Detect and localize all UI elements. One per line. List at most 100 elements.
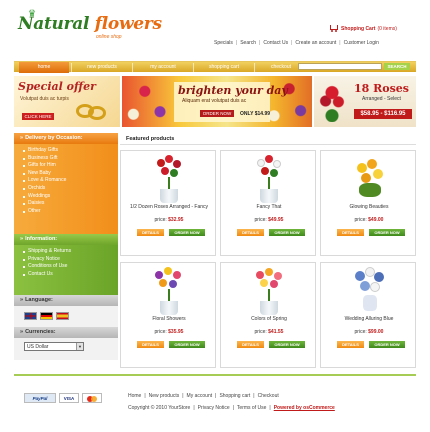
nav-shopping-cart[interactable]: shopping cart [196, 62, 252, 73]
logo-subtitle: online shop [96, 34, 122, 40]
order-now-button[interactable]: ORDER NOW [369, 341, 405, 348]
store-logo[interactable]: ♛ Natural flowers online shop [18, 8, 162, 40]
product-card: Floral Showers price: $35.95 DETAILS ORD… [120, 262, 216, 368]
banner-brighten-subtitle: Aliquam erat volutpat duis ac [182, 98, 247, 104]
banner-brighten-title: brighten your day [178, 84, 288, 97]
sidebar-item-conditions-of-use[interactable]: Conditions of Use [23, 263, 118, 271]
search-input[interactable] [298, 63, 382, 70]
uk-flag-icon[interactable] [24, 312, 37, 320]
shopping-cart-link[interactable]: Shopping Cart (0 items) [328, 25, 397, 33]
rings-image [76, 102, 114, 122]
banner-special-button[interactable]: CLICK HERE [22, 113, 54, 120]
sidebar: » Delivery by Occasion: Birthday Gifts Bu… [14, 133, 118, 360]
footer-link-privacy-notice[interactable]: Privacy Notice [198, 405, 230, 411]
link-specials[interactable]: Specials [214, 40, 233, 46]
product-price: price: $99.00 [354, 329, 384, 335]
link-create-account[interactable]: Create an account [295, 40, 336, 46]
sidebar-item-other[interactable]: Other [23, 208, 118, 216]
product-price: price: $41.55 [254, 329, 284, 335]
footer-links: Home | New products | My account | Shopping… [128, 393, 279, 399]
crown-icon: ♛ [28, 8, 37, 18]
banner-18-roses[interactable]: 18 Roses Arranged - Select $58.95 - $116… [314, 76, 416, 127]
product-card: 1/2 Dozen Roses Arranged - Fancy price: … [120, 150, 216, 256]
product-price: price: $49.95 [254, 217, 284, 223]
sidebar-item-privacy-notice[interactable]: Privacy Notice [23, 256, 118, 264]
sidebar-item-love-romance[interactable]: Love & Romance [23, 177, 118, 185]
product-name[interactable]: Fancy That [221, 204, 317, 210]
footer-link-terms-of-use[interactable]: Terms of Use [237, 405, 266, 411]
site-header: ♛ Natural flowers online shop Shopping C… [0, 0, 430, 58]
order-now-button[interactable]: ORDER NOW [269, 229, 305, 236]
delivery-heading: » Delivery by Occasion: [14, 133, 118, 144]
banner-roses-subtitle: Arranged - Select [362, 96, 401, 102]
link-customer-login[interactable]: Customer Login [344, 40, 379, 46]
nav-my-account[interactable]: my account [135, 62, 191, 73]
chevron-down-icon: ▼ [76, 343, 83, 350]
copyright-row: Copyright © 2010 YourStore | Privacy Noti… [128, 405, 335, 411]
sidebar-item-orchids[interactable]: Orchids [23, 185, 118, 193]
german-flag-icon[interactable] [40, 312, 53, 320]
sidebar-item-gifts-for-him[interactable]: Gifts for Him [23, 162, 118, 170]
information-heading: » Information: [14, 234, 118, 245]
product-image[interactable] [151, 155, 187, 203]
product-image[interactable] [251, 267, 287, 315]
cart-icon [328, 25, 339, 33]
details-button[interactable]: DETAILS [237, 229, 264, 236]
banner-roses-price: $58.95 - $116.95 [354, 109, 412, 119]
roses-bouquet-image [316, 80, 348, 122]
details-button[interactable]: DETAILS [337, 341, 364, 348]
cart-label: Shopping Cart [341, 26, 376, 32]
sidebar-item-birthday-gifts[interactable]: Birthday Gifts [23, 147, 118, 155]
visa-logo: VISA [59, 393, 79, 403]
banner-special-offer[interactable]: Special offer Volutpat duis ac turpis CL… [14, 76, 120, 127]
footer-link-my-account[interactable]: My account [187, 393, 213, 399]
product-name[interactable]: 1/2 Dozen Roses Arranged - Fancy [121, 204, 217, 210]
details-button[interactable]: DETAILS [137, 341, 164, 348]
product-card: Colors of Spring price: $41.55 DETAILS O… [220, 262, 316, 368]
footer-link-checkout[interactable]: Checkout [258, 393, 279, 399]
order-now-button[interactable]: ORDER NOW [169, 229, 205, 236]
banner-special-title: Special offer [18, 80, 96, 93]
currency-value: US Dollar [27, 344, 49, 350]
product-name[interactable]: Glowing Beauties [321, 204, 417, 210]
sidebar-item-weddings[interactable]: Weddings [23, 193, 118, 201]
sidebar-item-shipping-returns[interactable]: Shipping & Returns [23, 248, 118, 256]
nav-home[interactable]: home [19, 62, 69, 73]
banner-brighten-order-button[interactable]: ORDER NOW [200, 110, 234, 117]
product-name[interactable]: Wedding Alluring Blue [321, 316, 417, 322]
order-now-button[interactable]: ORDER NOW [369, 229, 405, 236]
banner-brighten-day[interactable]: brighten your day Aliquam erat volutpat … [122, 76, 312, 127]
promo-banners: Special offer Volutpat duis ac turpis CL… [14, 76, 416, 127]
copyright-text: Copyright © 2010 YourStore [128, 405, 191, 411]
product-image[interactable] [351, 155, 387, 203]
footer-link-new-products[interactable]: New products [149, 393, 180, 399]
currency-box: US Dollar ▼ [14, 338, 118, 360]
order-now-button[interactable]: ORDER NOW [269, 341, 305, 348]
product-card: Glowing Beauties price: $49.00 DETAILS O… [320, 150, 416, 256]
top-links: Specials | Search | Contact Us | Create an … [214, 40, 379, 46]
product-price: price: $49.00 [354, 217, 384, 223]
footer-link-shopping-cart[interactable]: Shopping cart [219, 393, 250, 399]
sidebar-item-new-baby[interactable]: New Baby [23, 170, 118, 178]
product-image[interactable] [351, 267, 387, 315]
product-name[interactable]: Floral Showers [121, 316, 217, 322]
link-search[interactable]: Search [240, 40, 256, 46]
product-image[interactable] [151, 267, 187, 315]
sidebar-item-contact-us[interactable]: Contact Us [23, 271, 118, 279]
footer-link-home[interactable]: Home [128, 393, 141, 399]
powered-by-link[interactable]: Powered by osCommerce [274, 405, 335, 411]
link-contact-us[interactable]: Contact Us [263, 40, 288, 46]
sidebar-item-business-gift[interactable]: Business Gift [23, 155, 118, 163]
nav-new-products[interactable]: new products [74, 62, 130, 73]
currency-select[interactable]: US Dollar ▼ [24, 342, 84, 351]
details-button[interactable]: DETAILS [237, 341, 264, 348]
search-button[interactable]: SEARCH [384, 63, 410, 70]
details-button[interactable]: DETAILS [337, 229, 364, 236]
product-name[interactable]: Colors of Spring [221, 316, 317, 322]
spanish-flag-icon[interactable] [56, 312, 69, 320]
sidebar-item-daisies[interactable]: Daisies [23, 200, 118, 208]
details-button[interactable]: DETAILS [137, 229, 164, 236]
order-now-button[interactable]: ORDER NOW [169, 341, 205, 348]
product-image[interactable] [251, 155, 287, 203]
paypal-logo: PayPal [24, 393, 56, 403]
